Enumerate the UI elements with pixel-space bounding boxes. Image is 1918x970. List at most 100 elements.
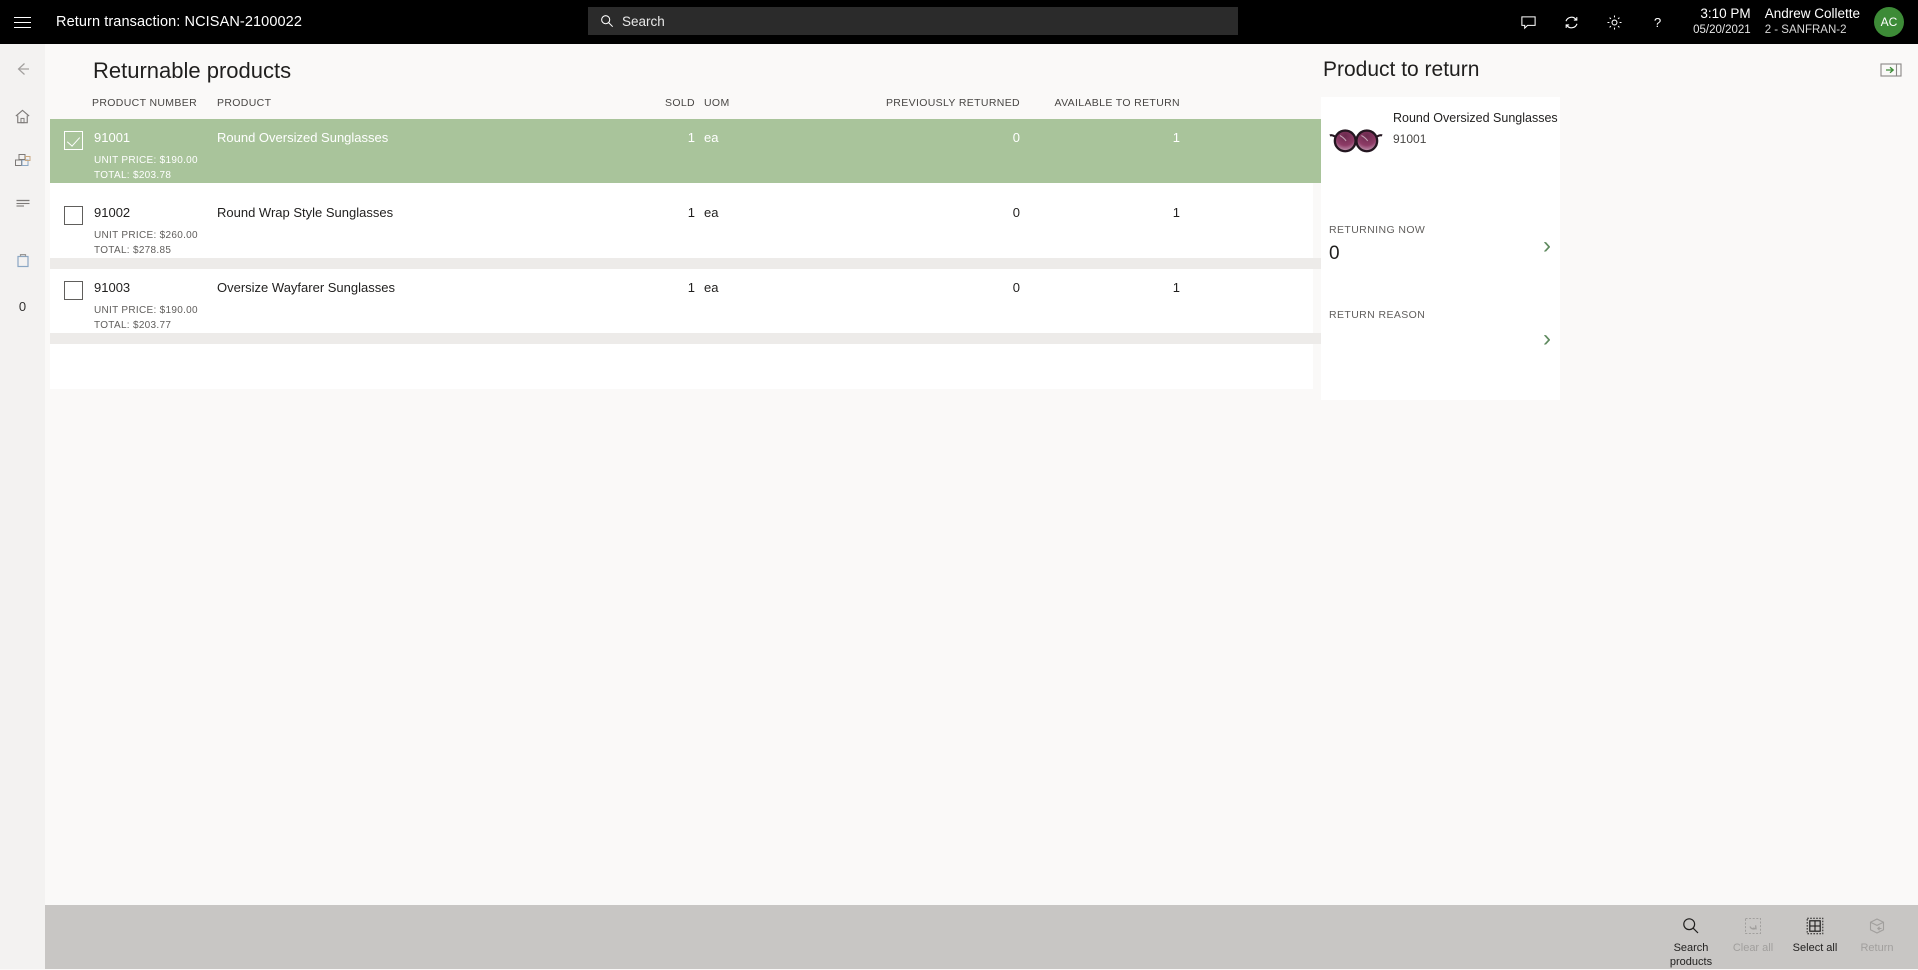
cell-sold: 1 <box>687 130 695 145</box>
user-info[interactable]: Andrew Collette 2 - SANFRAN-2 <box>1765 6 1860 37</box>
select-all-button[interactable]: Select all <box>1784 913 1846 956</box>
product-to-return-panel: Product to return Round Oversized Sungla… <box>1321 44 1918 905</box>
cell-uom: ea <box>704 280 719 295</box>
back-arrow-icon[interactable] <box>0 47 45 90</box>
cell-product: Oversize Wayfarer Sunglasses <box>217 280 395 295</box>
row-divider <box>50 333 1430 344</box>
cell-uom: ea <box>704 130 719 145</box>
row-checkbox[interactable] <box>64 131 83 150</box>
row-checkbox[interactable] <box>64 281 83 300</box>
row-checkbox-cell[interactable] <box>50 194 92 258</box>
cell-previously-returned: 0 <box>1012 130 1020 145</box>
search-products-button[interactable]: Search products <box>1660 913 1722 970</box>
main-content: Returnable products PRODUCT NUMBER PRODU… <box>45 44 1918 905</box>
returnable-products-table: PRODUCT NUMBER PRODUCT SOLD UOM PREVIOUS… <box>50 87 1430 389</box>
search-icon <box>601 15 614 28</box>
product-number-text: 91001 <box>94 130 131 145</box>
unit-price-text: UNIT PRICE: $260.00 <box>94 230 198 241</box>
top-right-controls: ? 3:10 PM 05/20/2021 Andrew Collette 2 -… <box>1507 0 1918 44</box>
panel-product-number: 91001 <box>1393 131 1427 146</box>
hamburger-menu-icon[interactable] <box>0 0 44 44</box>
unit-price-text: UNIT PRICE: $190.00 <box>94 155 198 166</box>
row-divider <box>50 258 1430 269</box>
avatar[interactable]: AC <box>1874 7 1904 37</box>
total-text: TOTAL: $203.77 <box>94 320 172 331</box>
help-question-icon[interactable]: ? <box>1636 0 1679 44</box>
cell-available-to-return: 1 <box>1172 205 1180 220</box>
product-meta: Round Oversized Sunglasses 91001 <box>1393 110 1558 164</box>
search-placeholder-text: Search <box>622 13 665 29</box>
column-header-uom[interactable]: UOM <box>695 87 755 119</box>
column-header-sold[interactable]: SOLD <box>647 87 695 119</box>
search-input[interactable]: Search <box>588 7 1238 35</box>
current-time: 3:10 PM <box>1700 6 1751 22</box>
product-number-text: 91002 <box>94 205 131 220</box>
sunglasses-image <box>1329 129 1383 153</box>
chevron-right-icon[interactable]: › <box>1543 327 1551 351</box>
column-header-checkbox <box>50 87 92 119</box>
column-header-previously-returned[interactable]: PREVIOUSLY RETURNED <box>755 87 1020 119</box>
clear-all-label: Clear all <box>1732 942 1774 954</box>
chevron-right-icon[interactable]: › <box>1543 234 1551 258</box>
user-store: 2 - SANFRAN-2 <box>1764 24 1847 37</box>
cell-sold: 1 <box>687 280 695 295</box>
returning-now-value: 0 <box>1329 243 1340 264</box>
column-header-product[interactable]: PRODUCT <box>217 87 647 119</box>
returning-now-field[interactable]: RETURNING NOW 0 › <box>1329 224 1551 265</box>
svg-text:?: ? <box>1654 14 1661 29</box>
unit-price-text: UNIT PRICE: $190.00 <box>94 305 198 316</box>
total-text: TOTAL: $278.85 <box>94 245 172 256</box>
returning-now-label: RETURNING NOW <box>1329 224 1426 236</box>
column-header-available-to-return[interactable]: AVAILABLE TO RETURN <box>1020 87 1180 119</box>
return-reason-label: RETURN REASON <box>1329 309 1426 321</box>
search-icon <box>1681 913 1701 939</box>
panel-product-name: Round Oversized Sunglasses <box>1393 111 1558 125</box>
return-box-icon <box>1867 913 1887 939</box>
cell-product-number: 91002 UNIT PRICE: $260.00 TOTAL: $278.85 <box>92 194 217 258</box>
cart-count: 0 <box>18 298 27 314</box>
cell-previously-returned: 0 <box>1012 205 1020 220</box>
table-row[interactable]: 91001 UNIT PRICE: $190.00 TOTAL: $203.78… <box>50 119 1430 183</box>
sidebar-item-list[interactable] <box>0 181 45 224</box>
table-row[interactable]: 91003 UNIT PRICE: $190.00 TOTAL: $203.77… <box>50 269 1430 333</box>
clock-display: 3:10 PM 05/20/2021 <box>1693 6 1751 37</box>
settings-gear-icon[interactable] <box>1593 0 1636 44</box>
panel-title: Product to return <box>1323 58 1480 81</box>
return-label: Return <box>1860 942 1894 954</box>
selected-product-summary: Round Oversized Sunglasses 91001 <box>1321 97 1560 164</box>
cell-uom: ea <box>704 205 719 220</box>
row-checkbox-cell[interactable] <box>50 119 92 183</box>
dock-panel-icon[interactable] <box>1880 62 1902 78</box>
message-icon[interactable] <box>1507 0 1550 44</box>
current-date: 05/20/2021 <box>1693 24 1751 37</box>
sidebar-item-cart[interactable] <box>0 238 45 281</box>
select-all-label: Select all <box>1792 942 1838 954</box>
row-checkbox-cell[interactable] <box>50 269 92 333</box>
cell-product: Round Wrap Style Sunglasses <box>217 205 394 220</box>
cell-previously-returned: 0 <box>1012 280 1020 295</box>
column-header-product-number[interactable]: PRODUCT NUMBER <box>92 87 217 119</box>
cell-available-to-return: 1 <box>1172 280 1180 295</box>
cell-product: Round Oversized Sunglasses <box>217 130 389 145</box>
cell-product-number: 91003 UNIT PRICE: $190.00 TOTAL: $203.77 <box>92 269 217 333</box>
cell-sold: 1 <box>687 205 695 220</box>
table-row[interactable]: 91002 UNIT PRICE: $260.00 TOTAL: $278.85… <box>50 194 1430 258</box>
top-header-bar: Return transaction: NCISAN-2100022 Searc… <box>0 0 1918 44</box>
page-transaction-title: Return transaction: NCISAN-2100022 <box>56 14 302 30</box>
product-number-text: 91003 <box>94 280 131 295</box>
sidebar-item-products[interactable] <box>0 138 45 181</box>
sidebar-item-home[interactable] <box>0 95 45 138</box>
user-name: Andrew Collette <box>1764 6 1860 22</box>
total-text: TOTAL: $203.78 <box>94 170 172 181</box>
table-header-row: PRODUCT NUMBER PRODUCT SOLD UOM PREVIOUS… <box>50 87 1430 119</box>
page-title: Returnable products <box>93 58 292 83</box>
search-products-label: Search products <box>1669 942 1713 968</box>
row-divider <box>50 183 1430 194</box>
return-button[interactable]: Return <box>1846 913 1908 956</box>
sync-icon[interactable] <box>1550 0 1593 44</box>
cell-product-number: 91001 UNIT PRICE: $190.00 TOTAL: $203.78 <box>92 119 217 183</box>
row-checkbox[interactable] <box>64 206 83 225</box>
clear-all-button[interactable]: Clear all <box>1722 913 1784 956</box>
cell-available-to-return: 1 <box>1172 130 1180 145</box>
return-reason-field[interactable]: RETURN REASON › <box>1329 309 1551 351</box>
